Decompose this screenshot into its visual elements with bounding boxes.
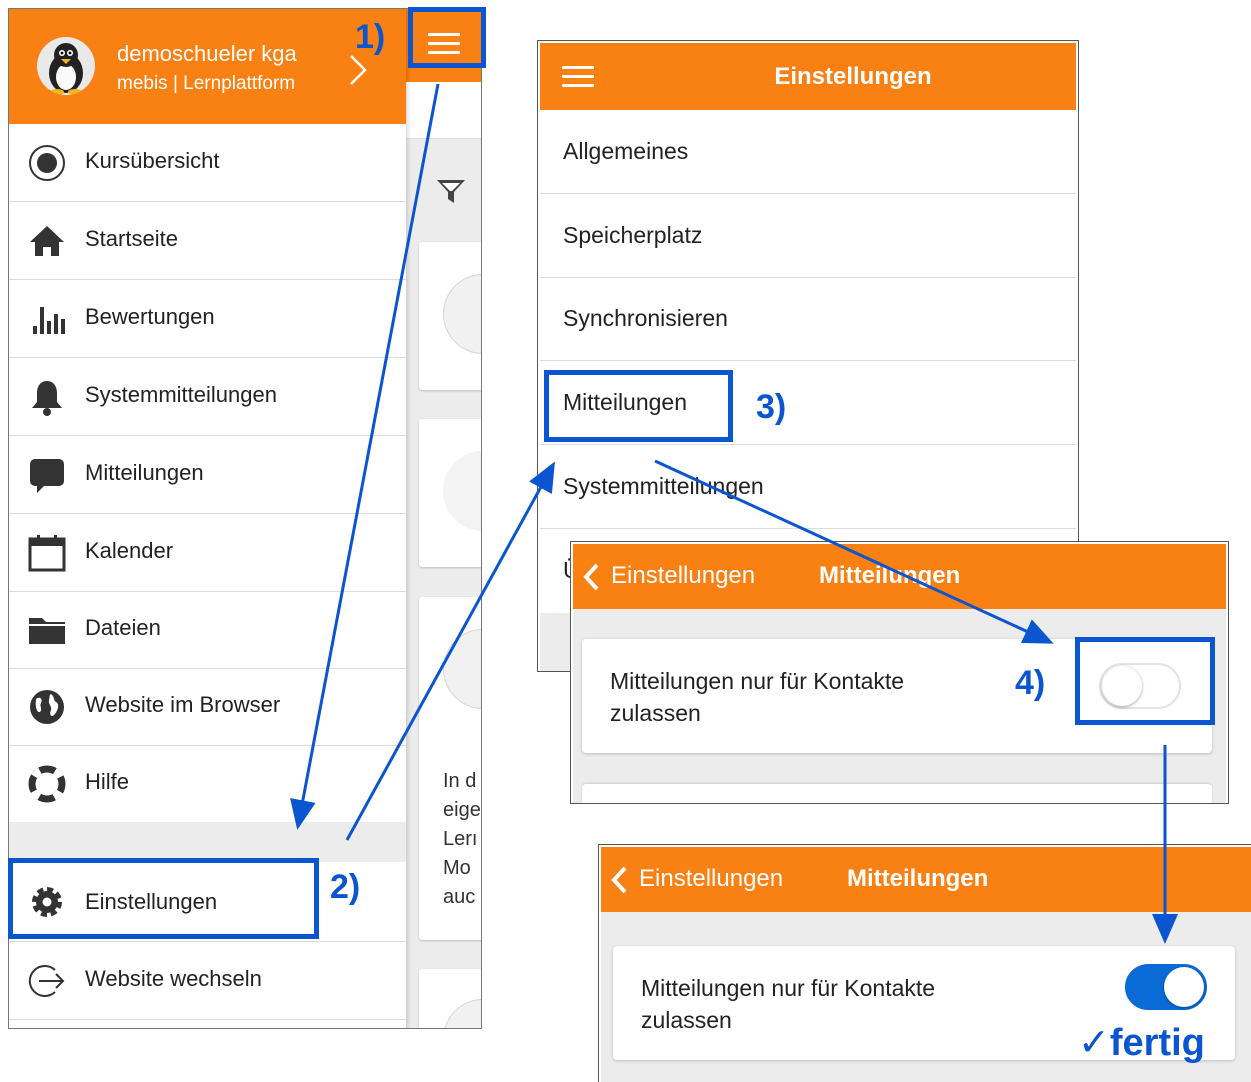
step-1-label: 1) bbox=[355, 18, 386, 56]
settings-item-speicherplatz[interactable]: Speicherplatz bbox=[540, 194, 1076, 278]
menu-item-hilfe[interactable]: Hilfe bbox=[9, 745, 406, 823]
menu-item-bewertungen[interactable]: Bewertungen bbox=[9, 280, 406, 358]
calendar-icon bbox=[27, 533, 67, 573]
site-name: mebis | Lernplattform bbox=[117, 73, 296, 94]
menu-item-label: Kursübersicht bbox=[85, 148, 220, 173]
grades-icon bbox=[27, 299, 67, 339]
background-course-card: In d eige Lerı Mo auc bbox=[419, 597, 481, 940]
chat-icon bbox=[27, 455, 67, 495]
page-title: Mitteilungen bbox=[819, 562, 961, 589]
course-overview-icon bbox=[27, 143, 67, 183]
sign-out-icon bbox=[27, 961, 67, 1001]
page-title: Einstellungen bbox=[774, 63, 932, 90]
back-button[interactable]: Einstellungen bbox=[611, 562, 755, 590]
menu-item-label: Startseite bbox=[85, 226, 178, 251]
settings-item-label: Synchronisieren bbox=[563, 305, 728, 331]
contacts-only-toggle[interactable] bbox=[1125, 964, 1207, 1010]
menu-item-label: Systemmitteilungen bbox=[85, 382, 277, 407]
setting-label: Mitteilungen nur für Kontakte zulassen bbox=[610, 668, 905, 726]
page-title: Mitteilungen bbox=[847, 865, 989, 892]
back-chevron-icon[interactable] bbox=[583, 563, 599, 591]
done-label: ✓fertig bbox=[1078, 1022, 1205, 1064]
background-course-card bbox=[419, 419, 481, 567]
background-course-card bbox=[419, 242, 481, 390]
avatar bbox=[37, 37, 95, 95]
menu-item-dateien[interactable]: Dateien bbox=[9, 591, 406, 669]
menu-item-label: Mitteilungen bbox=[85, 460, 204, 485]
step-3-label: 3) bbox=[756, 388, 787, 426]
menu-item-kalender[interactable]: Kalender bbox=[9, 514, 406, 592]
chevron-right-icon bbox=[346, 53, 370, 87]
highlight-toggle bbox=[1075, 637, 1215, 725]
menu-item-label: Kalender bbox=[85, 538, 174, 563]
menu-item-label: Hilfe bbox=[85, 769, 130, 794]
filter-icon bbox=[434, 174, 468, 208]
settings-item-systemmitteilungen[interactable]: Systemmitteilungen bbox=[540, 445, 1076, 529]
home-icon bbox=[27, 221, 67, 261]
menu-item-label: Bewertungen bbox=[85, 304, 215, 329]
bell-icon bbox=[27, 377, 67, 417]
background-header-strip bbox=[406, 82, 481, 139]
menu-item-website-im-browser[interactable]: Website im Browser bbox=[9, 668, 406, 746]
menu-item-systemmitteilungen[interactable]: Systemmitteilungen bbox=[9, 358, 406, 436]
menu-item-kursuebersicht[interactable]: Kursübersicht bbox=[9, 124, 406, 202]
menu-item-startseite[interactable]: Startseite bbox=[9, 202, 406, 280]
lifebuoy-icon bbox=[27, 764, 67, 804]
settings-header: Einstellungen bbox=[540, 43, 1076, 110]
highlight-settings-item bbox=[8, 858, 319, 939]
messages-settings-header: Einstellungen Mitteilungen bbox=[573, 544, 1226, 609]
user-header[interactable]: demoschueler kga mebis | Lernplattform bbox=[9, 9, 406, 124]
menu-item-website-wechseln[interactable]: Website wechseln bbox=[9, 942, 406, 1020]
settings-item-label: Systemmitteilungen bbox=[563, 473, 764, 499]
menu-item-label: Website wechseln bbox=[85, 966, 262, 991]
settings-item-label: Allgemeines bbox=[563, 138, 689, 164]
step-4-label: 4) bbox=[1015, 664, 1046, 702]
setting-label: Mitteilungen nur für Kontakte zulassen bbox=[641, 975, 936, 1033]
highlight-messages-item bbox=[544, 370, 733, 442]
menu-divider bbox=[9, 822, 406, 862]
settings-item-label: Speicherplatz bbox=[563, 222, 703, 248]
background-card-text: In d eige Lerı Mo auc bbox=[443, 770, 481, 908]
highlight-menu-button bbox=[408, 7, 486, 68]
back-button[interactable]: Einstellungen bbox=[639, 865, 783, 893]
settings-item-allgemeines[interactable]: Allgemeines bbox=[540, 110, 1076, 194]
step-2-label: 2) bbox=[330, 868, 361, 906]
menu-item-mitteilungen[interactable]: Mitteilungen bbox=[9, 436, 406, 514]
menu-item-label: Website im Browser bbox=[85, 692, 281, 717]
user-name: demoschueler kga bbox=[117, 41, 297, 66]
next-setting-card bbox=[582, 784, 1212, 803]
messages-settings-header: Einstellungen Mitteilungen bbox=[601, 847, 1251, 912]
folder-icon bbox=[27, 610, 67, 650]
back-chevron-icon[interactable] bbox=[611, 866, 627, 894]
background-course-card bbox=[419, 969, 481, 1028]
settings-item-synchronisieren[interactable]: Synchronisieren bbox=[540, 277, 1076, 361]
menu-item-label: Dateien bbox=[85, 615, 161, 640]
globe-icon bbox=[27, 687, 67, 727]
